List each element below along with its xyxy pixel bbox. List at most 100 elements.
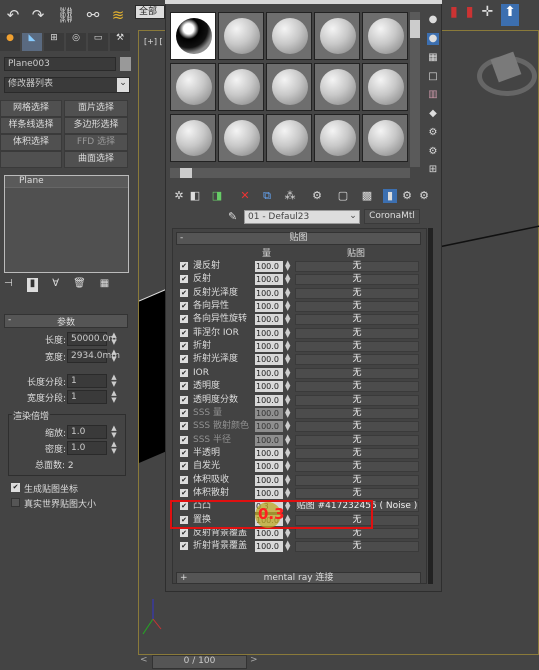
surface-select-button[interactable]: 曲面选择: [64, 151, 128, 168]
menu-item[interactable]: 实用程序(U): [374, 0, 424, 4]
amount-spinner[interactable]: ▲ ▼: [285, 353, 290, 365]
map-enable-checkbox[interactable]: ✔: [180, 408, 188, 417]
menu-item[interactable]: 选项(O): [324, 0, 356, 4]
sample-slot[interactable]: [314, 12, 360, 60]
menu-item[interactable]: 材质(M): [223, 0, 256, 4]
map-enable-checkbox[interactable]: ✔: [180, 315, 188, 324]
length-segs-field[interactable]: 1: [67, 374, 107, 388]
material-navigator-icon[interactable]: ⊞: [427, 164, 439, 176]
bind-space-warp-icon[interactable]: ≋: [108, 6, 128, 24]
time-slider[interactable]: 0 / 100: [152, 655, 247, 669]
map-enable-checkbox[interactable]: ✔: [180, 275, 188, 284]
length-segs-spinner[interactable]: ▲ ▼: [110, 374, 118, 388]
map-amount-field[interactable]: 100.0: [255, 354, 283, 366]
amount-spinner[interactable]: ▲ ▼: [285, 446, 290, 458]
map-enable-checkbox[interactable]: ✔: [180, 328, 188, 337]
empty-modifier-button[interactable]: [0, 151, 62, 168]
sample-slot[interactable]: [170, 114, 216, 162]
map-button[interactable]: 无: [295, 367, 419, 379]
hierarchy-tab-icon[interactable]: ⊞: [44, 33, 64, 51]
create-tab-icon[interactable]: ●: [0, 33, 20, 51]
show-end-result-icon[interactable]: ▮: [383, 189, 397, 203]
sample-slot[interactable]: [218, 114, 264, 162]
map-button[interactable]: 无: [295, 447, 419, 459]
width-segs-field[interactable]: 1: [67, 390, 107, 404]
menu-item[interactable]: 导航(N): [274, 0, 306, 4]
map-amount-field[interactable]: 100.0: [255, 421, 283, 433]
material-type-button[interactable]: CoronaMtl: [364, 209, 420, 224]
sample-slot[interactable]: [170, 12, 216, 60]
amount-spinner[interactable]: ▲ ▼: [285, 433, 290, 445]
sample-slot[interactable]: [362, 63, 408, 111]
map-amount-field[interactable]: 100.0: [255, 381, 283, 393]
sample-slot[interactable]: [218, 12, 264, 60]
map-enable-checkbox[interactable]: ✔: [180, 475, 188, 484]
map-enable-checkbox[interactable]: ✔: [180, 529, 188, 537]
amount-spinner[interactable]: ▲ ▼: [285, 486, 290, 498]
sample-slot[interactable]: [218, 63, 264, 111]
map-enable-checkbox[interactable]: ✔: [180, 448, 188, 457]
select-by-material-icon[interactable]: ⚙: [427, 146, 439, 158]
pick-material-eyedropper-icon[interactable]: ✎: [228, 210, 237, 223]
amount-spinner[interactable]: ▲ ▼: [285, 473, 290, 485]
sample-slot[interactable]: [266, 63, 312, 111]
map-button[interactable]: 无: [295, 287, 419, 299]
map-amount-field[interactable]: 100.0: [255, 487, 283, 499]
make-preview-icon[interactable]: ◆: [427, 108, 439, 120]
map-enable-checkbox[interactable]: ✔: [180, 488, 188, 497]
map-button[interactable]: 无: [295, 461, 419, 473]
amount-spinner[interactable]: ▲ ▼: [285, 380, 290, 392]
modify-tab-icon[interactable]: ◣: [22, 33, 42, 51]
map-enable-checkbox[interactable]: ✔: [180, 342, 188, 351]
maximize-viewport-icon[interactable]: ⬆: [501, 4, 519, 26]
stack-item-plane[interactable]: Plane: [5, 176, 128, 188]
map-amount-field[interactable]: 100.0: [255, 287, 283, 299]
object-name-field[interactable]: Plane003: [4, 57, 116, 71]
put-to-scene-icon[interactable]: ◧: [188, 189, 202, 203]
modifier-list-dropdown[interactable]: 修改器列表 ⌄: [4, 77, 130, 93]
width-segs-spinner[interactable]: ▲ ▼: [110, 390, 118, 404]
map-button[interactable]: 无: [295, 421, 419, 433]
background-icon[interactable]: ▦: [427, 52, 439, 64]
put-to-library-icon[interactable]: ⚙: [310, 189, 324, 203]
assign-to-selection-icon[interactable]: ◨: [210, 189, 224, 203]
map-button[interactable]: 无: [295, 407, 419, 419]
horizontal-scroll-thumb[interactable]: [180, 168, 192, 178]
gradient-icon[interactable]: ▮: [450, 4, 458, 26]
map-amount-field[interactable]: 100.0: [255, 447, 283, 459]
material-name-field[interactable]: 01 - Defaul23 ⌄: [244, 210, 360, 224]
sample-slot[interactable]: [170, 63, 216, 111]
map-amount-field[interactable]: 100.0: [255, 407, 283, 419]
map-enable-checkbox[interactable]: ✔: [180, 422, 188, 431]
map-amount-field[interactable]: 100.0: [255, 367, 283, 379]
map-button[interactable]: 无: [295, 394, 419, 406]
copy-material-icon[interactable]: ⧉: [260, 189, 274, 203]
amount-spinner[interactable]: ▲ ▼: [285, 326, 290, 338]
sample-slot[interactable]: [314, 63, 360, 111]
undo-icon[interactable]: ↶: [3, 6, 23, 24]
spline-select-button[interactable]: 样条线选择: [0, 117, 62, 134]
motion-tab-icon[interactable]: ◎: [66, 33, 86, 51]
timeline-next-button[interactable]: >: [250, 655, 258, 665]
map-button[interactable]: 无: [295, 354, 419, 366]
map-enable-checkbox[interactable]: ✔: [180, 435, 188, 444]
remove-modifier-icon[interactable]: 🗑: [73, 278, 86, 292]
map-enable-checkbox[interactable]: ✔: [180, 355, 188, 364]
options-icon[interactable]: ⚙: [427, 127, 439, 139]
amount-spinner[interactable]: ▲ ▼: [285, 340, 290, 352]
sample-slot[interactable]: [266, 12, 312, 60]
amount-spinner[interactable]: ▲ ▼: [285, 260, 290, 272]
amount-spinner[interactable]: ▲ ▼: [285, 420, 290, 432]
menu-item[interactable]: 模式(D): [173, 0, 205, 4]
pin-stack-icon[interactable]: ⊣: [4, 278, 13, 292]
horizontal-scrollbar[interactable]: [170, 168, 410, 178]
map-button[interactable]: 无: [295, 314, 419, 326]
mental-ray-rollout-header[interactable]: + mental ray 连接: [176, 572, 421, 584]
material-id-channel-icon[interactable]: ▢: [336, 189, 350, 203]
map-amount-field[interactable]: 100.0: [255, 461, 283, 473]
video-color-check-icon[interactable]: ▥: [427, 89, 439, 101]
map-enable-checkbox[interactable]: ✔: [180, 262, 188, 270]
redo-icon[interactable]: ↷: [28, 6, 48, 24]
map-enable-checkbox[interactable]: ✔: [180, 368, 188, 377]
gen-coords-checkbox[interactable]: ✔: [11, 483, 20, 492]
